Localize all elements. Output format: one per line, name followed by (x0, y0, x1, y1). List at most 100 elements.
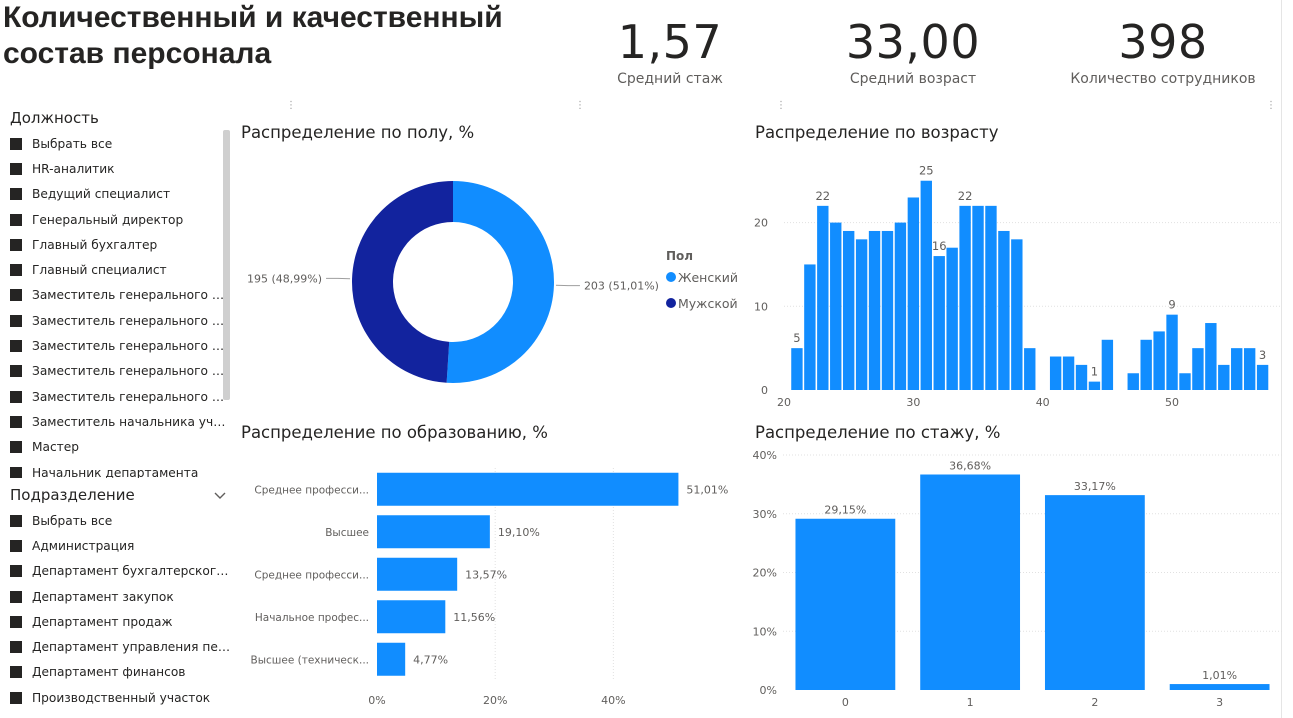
tenure-chart-title: Распределение по стажу, % (755, 423, 1001, 442)
education-bar (377, 600, 446, 634)
checkbox[interactable] (10, 691, 22, 704)
slicer-item[interactable]: Заместитель генерального ди... (10, 333, 232, 358)
checkbox[interactable] (10, 188, 22, 201)
slicer-item[interactable]: Главный специалист (10, 257, 232, 282)
slicer-item[interactable]: Департамент финансов (10, 660, 235, 685)
donut-slice (351, 181, 453, 383)
slicer-item[interactable]: Департамент управления пер... (10, 634, 235, 659)
age-bar (817, 205, 829, 390)
checkbox[interactable] (10, 365, 22, 378)
checkbox[interactable] (10, 615, 22, 628)
slicer-item[interactable]: Администрация (10, 533, 235, 558)
slicer-item[interactable]: Производственный участок (10, 685, 235, 710)
slicer-list: Выбрать все HR-аналитик Ведущий специалист… (10, 131, 232, 478)
checkbox[interactable] (10, 264, 22, 277)
visual-drag-handle[interactable]: ⋮ (1266, 100, 1276, 111)
slicer-item[interactable]: HR-аналитик (10, 156, 232, 181)
visual-drag-handle[interactable]: ⋮ (286, 100, 296, 111)
tenure-bar-chart: 0% 10% 20% 30% 40% 29,15% 0 36,68% 1 33,17% 2 1,01%… (753, 449, 1282, 709)
checkbox[interactable] (10, 539, 22, 552)
slicer-item-label: Мастер (32, 440, 80, 455)
slicer-item[interactable]: Генеральный директор (10, 207, 232, 232)
checkbox[interactable] (10, 441, 22, 454)
tenure-bar (1169, 684, 1270, 690)
age-bar (1140, 339, 1152, 390)
data-label: 19,10% (498, 526, 540, 539)
slicer-item-label: Администрация (32, 538, 135, 553)
data-label: 36,68% (949, 460, 991, 473)
data-label: 11,56% (453, 611, 495, 624)
data-label: 9 (1168, 298, 1175, 312)
slicer-item[interactable]: Заместитель начальника участ... (10, 409, 232, 434)
chevron-down-icon[interactable] (213, 487, 227, 501)
slicer-item[interactable]: Мастер (10, 435, 232, 460)
kpi-card-headcount: 398 Количество сотрудников (1063, 14, 1263, 88)
age-bar (1101, 339, 1114, 390)
kpi-card-tenure: 1,57 Средний стаж (600, 14, 740, 88)
slicer-item[interactable]: Департамент продаж (10, 609, 235, 634)
age-bar (1218, 364, 1230, 390)
checkbox[interactable] (10, 289, 22, 302)
data-label: 5 (793, 331, 800, 345)
age-bar (1088, 381, 1101, 390)
tenure-bar (795, 518, 896, 690)
checkbox[interactable] (10, 565, 22, 578)
slicer-item-label: Генеральный директор (32, 212, 184, 227)
gender-chart-title: Распределение по полу, % (241, 123, 475, 142)
slicer-item[interactable]: Департамент закупок (10, 584, 235, 609)
slicer-item[interactable]: Департамент бухгалтерского у... (10, 559, 235, 584)
visual-drag-handle[interactable]: ⋮ (575, 100, 585, 111)
slicer-item[interactable]: Заместитель генерального ди... (10, 308, 232, 333)
slicer-scrollbar[interactable] (223, 130, 230, 400)
checkbox[interactable] (10, 390, 22, 403)
checkbox[interactable] (10, 213, 22, 226)
slicer-item[interactable]: Выбрать все (10, 131, 232, 156)
gender-donut-chart: 203 (51,01%) 195 (48,99%) Пол Женский Мужско… (247, 181, 738, 383)
checkbox[interactable] (10, 238, 22, 251)
visual-drag-handle[interactable]: ⋮ (776, 100, 786, 111)
age-bar (933, 256, 945, 390)
x-tick-label: 50 (1165, 396, 1179, 409)
checkbox[interactable] (10, 162, 22, 175)
slicer-item[interactable]: Выбрать все (10, 508, 235, 533)
slicer-item-label: Начальник департамента (32, 465, 199, 479)
data-label: 1,01% (1202, 669, 1237, 682)
y-tick-label: 40% (753, 449, 777, 462)
data-label: 22 (815, 189, 830, 203)
slicer-item[interactable]: Заместитель генерального ди... (10, 283, 232, 308)
age-bar (830, 222, 842, 390)
slicer-item-label: Заместитель генерального ди... (32, 364, 232, 379)
checkbox[interactable] (10, 314, 22, 327)
checkbox[interactable] (10, 340, 22, 353)
kpi-label: Средний возраст (849, 71, 977, 87)
slicer-item[interactable]: Заместитель генерального ди... (10, 384, 232, 409)
checkbox[interactable] (10, 641, 22, 654)
legend-title: Пол (666, 249, 693, 263)
y-tick-label: 20 (754, 217, 768, 230)
legend-label: Мужской (678, 296, 738, 311)
checkbox[interactable] (10, 590, 22, 603)
y-tick-label: 20% (753, 567, 777, 580)
data-label: 25 (919, 164, 934, 178)
slicer-item[interactable]: Главный бухгалтер (10, 232, 232, 257)
kpi-value: 33,00 (845, 15, 981, 69)
checkbox[interactable] (10, 466, 22, 478)
checkbox[interactable] (10, 137, 22, 150)
data-label: 51,01% (686, 483, 728, 496)
age-bar (1231, 348, 1243, 390)
education-chart-title: Распределение по образованию, % (241, 423, 548, 442)
age-chart-title: Распределение по возрасту (755, 123, 999, 142)
data-label: 13,57% (465, 568, 507, 581)
data-label: 4,77% (413, 653, 448, 666)
slicer-item-label: Заместитель генерального ди... (32, 313, 232, 328)
checkbox[interactable] (10, 666, 22, 679)
slicer-item-label: Департамент продаж (32, 614, 173, 629)
slicer-item[interactable]: Ведущий специалист (10, 182, 232, 207)
age-bar (959, 205, 971, 390)
checkbox[interactable] (10, 514, 22, 527)
checkbox[interactable] (10, 415, 22, 428)
slicer-item[interactable]: Начальник департамента (10, 460, 232, 478)
age-bar (1075, 364, 1088, 390)
x-tick-label: 2 (1091, 696, 1098, 709)
slicer-item[interactable]: Заместитель генерального ди... (10, 359, 232, 384)
